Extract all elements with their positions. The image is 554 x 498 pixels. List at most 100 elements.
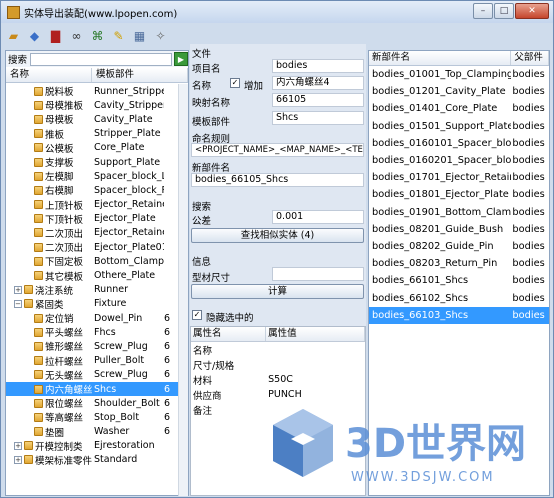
tree-icon[interactable]: ⌘ xyxy=(89,28,106,45)
col-part-header[interactable]: 模板部件 xyxy=(92,68,188,82)
search-go-button[interactable]: ▶ xyxy=(174,52,188,66)
new-part-row[interactable]: bodies_08201_Guide_Bush bodies xyxy=(369,221,549,238)
help-icon[interactable]: ✧ xyxy=(152,28,169,45)
tree-row[interactable]: 公模板 Core_Plate xyxy=(6,141,178,155)
new-part-row[interactable]: bodies_0160101_Spacer_bloc bodies xyxy=(369,135,549,152)
name-field[interactable]: 内六角螺丝4 xyxy=(272,76,364,90)
col-parent-header[interactable]: 父部件 xyxy=(511,51,549,65)
property-row[interactable]: 材料 S50C xyxy=(191,372,365,387)
tree-row[interactable]: 二次顶出 Ejector_Plate01 xyxy=(6,240,178,254)
grid-icon[interactable]: ▦ xyxy=(131,28,148,45)
tree-row-part: Screw_Plug xyxy=(94,340,148,352)
new-part-row[interactable]: bodies_66103_Shcs bodies xyxy=(369,306,549,324)
tree-row[interactable]: 锥形螺丝 Screw_Plug 6 xyxy=(6,339,178,353)
col-new-name-header[interactable]: 新部件名 xyxy=(369,51,512,65)
tree-row[interactable]: 拉杆螺丝 Puller_Bolt 6 xyxy=(6,354,178,368)
link-icon[interactable]: ∞ xyxy=(68,28,85,45)
tree-row[interactable]: − 紧固类 Fixture xyxy=(6,297,178,311)
property-row[interactable]: 尺寸/规格 xyxy=(191,357,365,372)
property-value[interactable]: S50C xyxy=(266,374,365,385)
project-field[interactable]: bodies xyxy=(272,59,364,73)
close-button[interactable]: ✕ xyxy=(515,3,549,19)
tree-scrollbar[interactable] xyxy=(178,84,188,496)
tree-row-part: Washer xyxy=(94,426,130,438)
calculate-button[interactable]: 计算 xyxy=(191,284,364,299)
tree-row[interactable]: + 浇注系统 Runner xyxy=(6,283,178,297)
rename-icon[interactable]: ✎ xyxy=(110,28,127,45)
new-part-row[interactable]: bodies_66102_Shcs bodies xyxy=(369,289,549,306)
open-icon[interactable]: ▰ xyxy=(5,28,22,45)
tree-row[interactable]: 其它模板 Othere_Plate xyxy=(6,268,178,283)
new-part-row[interactable]: bodies_08202_Guide_Pin bodies xyxy=(369,238,549,255)
expand-toggle-icon[interactable]: + xyxy=(14,285,22,294)
tolerance-field[interactable]: 0.001 xyxy=(272,210,364,224)
tree-row[interactable]: 无头螺丝 Screw_Plug 6 xyxy=(6,368,178,382)
tree-row[interactable]: 等高螺丝 Stop_Bolt 6 xyxy=(6,410,178,424)
tree-row[interactable]: 脱料板 Runner_Stripper_ xyxy=(6,84,178,98)
new-part-row[interactable]: bodies_0160201_Spacer_bloc bodies xyxy=(369,152,549,169)
tree-row[interactable]: 左模脚 Spacer_block_L xyxy=(6,169,178,183)
tree-row-name: 限位螺丝 xyxy=(45,399,84,411)
find-similar-button[interactable]: 查找相似实体 (4) xyxy=(191,228,364,243)
property-row[interactable]: 备注 xyxy=(191,402,365,417)
new-part-row[interactable]: bodies_01401_Core_Plate bodies xyxy=(369,100,549,117)
new-part-row[interactable]: bodies_01001_Top_Clamping_ bodies xyxy=(369,66,549,83)
tree-row[interactable]: 母模板 Cavity_Plate xyxy=(6,112,178,126)
tree-row[interactable]: 二次顶出 Ejector_Retaine xyxy=(6,226,178,240)
newname-field[interactable]: bodies_66105_Shcs xyxy=(191,173,364,187)
prop-name-header[interactable]: 属性名 xyxy=(191,327,267,341)
new-part-row[interactable]: bodies_01701_Ejector_Retaine bodies xyxy=(369,169,549,186)
tree-row[interactable]: 支撑板 Support_Plate xyxy=(6,155,178,169)
parent-part-name: bodies xyxy=(512,86,545,98)
tree-row[interactable]: 下固定板 Bottom_Clampi xyxy=(6,254,178,268)
maximize-button[interactable]: □ xyxy=(494,3,514,19)
property-row[interactable]: 供应商 PUNCH xyxy=(191,387,365,402)
tree-row[interactable]: + 开模控制类 Ejrestoration xyxy=(6,439,178,453)
map-field[interactable]: 66105 xyxy=(272,93,364,107)
folder-icon xyxy=(34,171,43,181)
stock-size-field[interactable] xyxy=(272,267,364,281)
tree-row[interactable]: 平头螺丝 Fhcs 6 xyxy=(6,325,178,339)
tree-row[interactable]: 定位销 Dowel_Pin 6 xyxy=(6,311,178,325)
tree-row-part: Fhcs xyxy=(94,326,116,338)
tree-row[interactable]: 限位螺丝 Shoulder_Bolt 6 xyxy=(6,396,178,410)
tree-row[interactable]: 母模推板 Cavity_Stripper_ xyxy=(6,98,178,112)
tree-row-part: Fixture xyxy=(94,298,127,310)
tree-row[interactable]: 右模脚 Spacer_block_R xyxy=(6,183,178,197)
template-field[interactable]: Shcs xyxy=(272,111,364,125)
new-part-row[interactable]: bodies_01901_Bottom_Clamp bodies xyxy=(369,204,549,221)
tree-row[interactable]: 垫圈 Washer 6 xyxy=(6,425,178,439)
search-input[interactable] xyxy=(30,52,172,66)
new-part-row[interactable]: bodies_01201_Cavity_Plate bodies xyxy=(369,83,549,100)
tree-row[interactable]: 上顶针板 Ejector_Retaine xyxy=(6,198,178,212)
new-part-row[interactable]: bodies_08203_Return_Pin bodies xyxy=(369,255,549,272)
template-label: 模板部件 xyxy=(192,117,231,128)
new-part-row[interactable]: bodies_01801_Ejector_Plate bodies xyxy=(369,186,549,203)
tree-row[interactable]: 推板 Stripper_Plate xyxy=(6,127,178,141)
new-part-name: bodies_08202_Guide_Pin xyxy=(372,240,494,252)
property-value[interactable]: PUNCH xyxy=(266,389,365,400)
tree-row[interactable]: 下顶针板 Ejector_Plate xyxy=(6,212,178,226)
book-icon[interactable]: ▇ xyxy=(47,28,64,45)
tree-row-name: 开模控制类 xyxy=(35,441,83,453)
expand-toggle-icon[interactable]: − xyxy=(14,299,22,308)
property-row[interactable]: 名称 xyxy=(191,342,365,357)
tree-row-name: 紧固类 xyxy=(35,299,64,311)
tree-row[interactable]: 内六角螺丝 Shcs 6 xyxy=(6,381,178,397)
new-part-row[interactable]: bodies_01501_Support_Plate bodies xyxy=(369,118,549,135)
prop-value-header[interactable]: 属性值 xyxy=(266,327,365,341)
rule-field[interactable]: <PROJECT_NAME>_<MAP_NAME>_<TEMPLA xyxy=(191,143,364,157)
parent-part-name: bodies xyxy=(512,223,545,235)
minimize-button[interactable]: – xyxy=(473,3,493,19)
add-checkbox[interactable]: ✓ xyxy=(230,78,240,88)
tree-row-part: Runner_Stripper_ xyxy=(94,85,164,97)
col-name-header[interactable]: 名称 xyxy=(6,68,92,82)
folder-icon xyxy=(24,441,33,451)
new-part-row[interactable]: bodies_66101_Shcs bodies xyxy=(369,272,549,289)
expand-toggle-icon[interactable]: + xyxy=(14,455,22,464)
expand-toggle-icon[interactable]: + xyxy=(14,441,22,450)
hide-selected-checkbox[interactable]: ✓ xyxy=(192,310,202,320)
tree-row[interactable]: + 模架标准零件 Standard xyxy=(6,453,178,467)
new-parts-panel: 新部件名 父部件 bodies_01001_Top_Clamping_ bodie… xyxy=(368,50,550,496)
export-icon[interactable]: ◆ xyxy=(26,28,43,45)
